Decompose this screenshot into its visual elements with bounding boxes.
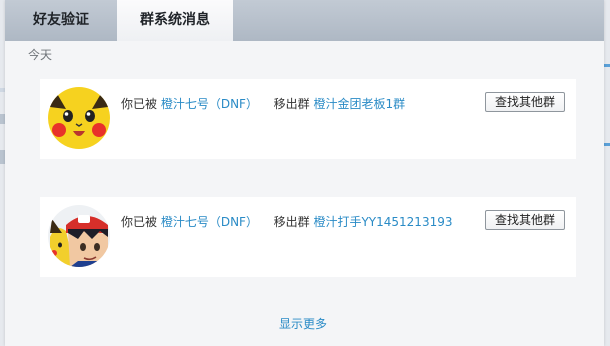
date-label: 今天 xyxy=(28,48,53,62)
notification-message: 你已被 橙汁七号（DNF） 移出群 橙汁金团老板1群 xyxy=(121,95,405,112)
notification-message: 你已被 橙汁七号（DNF） 移出群 橙汁打手YY1451213193 xyxy=(121,213,452,230)
group-link[interactable]: 橙汁金团老板1群 xyxy=(313,97,405,111)
notification-card: 你已被 橙汁七号（DNF） 移出群 橙汁金团老板1群 查找其他群 xyxy=(40,79,576,159)
group-link[interactable]: 橙汁打手YY1451213193 xyxy=(313,215,452,229)
tab-bar: 好友验证 群系统消息 xyxy=(5,0,604,41)
pikachu-avatar-icon[interactable] xyxy=(48,87,110,149)
message-prefix: 你已被 xyxy=(121,97,158,111)
tab-friend-verification[interactable]: 好友验证 xyxy=(5,0,117,41)
tab-group-system-messages[interactable]: 群系统消息 xyxy=(117,0,233,41)
background-strip xyxy=(604,143,610,146)
message-action: 移出群 xyxy=(273,215,310,229)
background-strip xyxy=(604,64,610,67)
actor-link[interactable]: 橙汁七号（DNF） xyxy=(161,97,258,111)
find-other-groups-button[interactable]: 查找其他群 xyxy=(485,92,565,112)
ash-pikachu-avatar-icon[interactable] xyxy=(48,205,110,267)
message-action: 移出群 xyxy=(273,97,310,111)
find-other-groups-button[interactable]: 查找其他群 xyxy=(485,210,565,230)
notification-card: 你已被 橙汁七号（DNF） 移出群 橙汁打手YY1451213193 查找其他群 xyxy=(40,197,576,277)
message-window: 好友验证 群系统消息 今天 你已被 橙汁七号（DNF） 移出群 橙汁金团老板1群… xyxy=(5,0,604,346)
show-more-link[interactable]: 显示更多 xyxy=(279,315,327,332)
message-prefix: 你已被 xyxy=(121,215,158,229)
actor-link[interactable]: 橙汁七号（DNF） xyxy=(161,215,258,229)
